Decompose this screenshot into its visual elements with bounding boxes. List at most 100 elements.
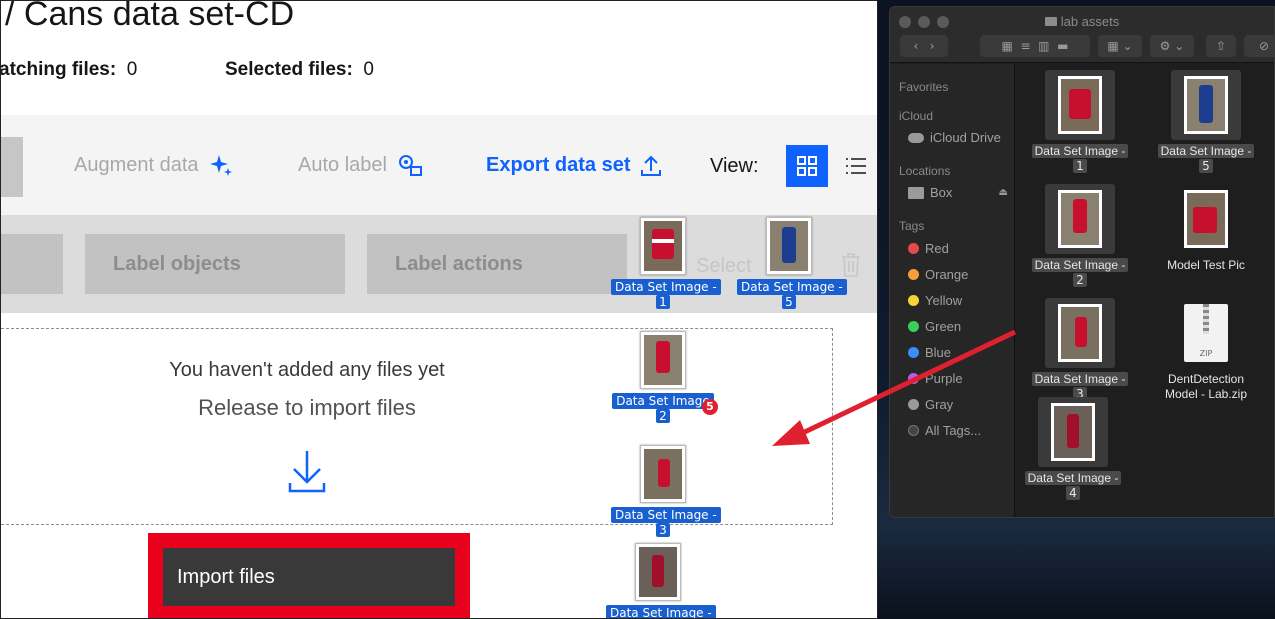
sparkle-icon [209,155,232,176]
sidebar-item-icloud-drive[interactable]: iCloud Drive [908,130,1001,145]
web-app: / Cans data set-CD atching files: 0 Sele… [0,0,878,619]
gear-tag-icon [398,155,422,176]
list-view-button[interactable] [841,151,871,181]
tag-color-dot-icon [908,269,919,280]
augment-data-button[interactable]: Augment data [74,153,233,177]
cutoff-action-button[interactable] [1,234,63,294]
image-thumbnail-icon [1045,298,1115,368]
drag-ghost-number: 1 [656,295,670,309]
finder-titlebar: lab assets ‹ › ▦ ≡ ▥ ▬ ▦ ⌄ ⚙ ⌄ ⇧ ⊘ [890,7,1274,63]
drag-ghost-label: Data Set Image - [606,605,716,618]
can-thumbnail-icon [640,331,686,389]
sidebar-item-label: iCloud Drive [930,130,1001,145]
file-name-number: 5 [1199,159,1213,173]
file-name: Data Set Image - [1031,372,1129,386]
drag-count-badge: 5 [702,399,718,415]
file-item[interactable]: Data Set Image - 4 [1018,397,1128,500]
zip-label: ZIP [1199,349,1213,358]
drag-ghost-number: 5 [782,295,796,309]
label-actions-label: Label actions [395,252,523,275]
file-name: DentDetection Model - Lab.zip [1164,372,1248,401]
selected-files-value: 0 [363,59,374,80]
file-name: Data Set Image - [1024,471,1122,485]
chevron-left-icon: ‹ [913,39,919,53]
back-forward-buttons[interactable]: ‹ › [900,35,948,57]
view-mode-buttons[interactable]: ▦ ≡ ▥ ▬ [980,35,1090,57]
sidebar-section-favorites: Favorites [899,80,949,94]
file-name: Data Set Image - [1031,258,1129,272]
zip-file-icon: ZIP [1171,298,1241,368]
list-view-icon: ≡ [1020,39,1031,53]
file-item[interactable]: ZIP DentDetection Model - Lab.zip [1151,298,1261,402]
annotation-arrow-icon [772,329,1017,446]
column-view-icon: ▥ [1038,39,1050,53]
can-thumbnail-icon [635,543,681,601]
tag-icon: ⊘ [1258,39,1270,53]
selected-files-label: Selected files: [225,59,353,80]
sidebar-item-box[interactable]: Box ⏏ [908,185,1008,200]
file-item[interactable]: Model Test Pic [1151,184,1261,273]
sidebar-tag-red[interactable]: Red [908,241,949,256]
file-item[interactable]: Data Set Image - 5 [1151,70,1261,173]
tag-color-dot-icon [908,243,919,254]
import-files-label: Import files [177,565,275,588]
sidebar-tag-orange[interactable]: Orange [908,267,968,282]
image-thumbnail-icon [1038,397,1108,467]
trash-icon [842,253,860,277]
file-name: Data Set Image - [1031,144,1129,158]
file-item[interactable]: Data Set Image - 1 [1025,70,1135,173]
empty-state-message: You haven't added any files yet [169,359,445,381]
finder-title-text: lab assets [1060,14,1120,29]
file-item[interactable]: Data Set Image - 2 [1025,184,1135,287]
image-thumbnail-icon [1045,70,1115,140]
sidebar-item-label: Yellow [925,293,963,308]
label-actions-button[interactable]: Label actions [367,234,627,294]
grid-view-button[interactable] [786,145,828,187]
matching-files-value: 0 [126,59,138,80]
upload-icon [641,155,662,176]
matching-files-count: atching files: 0 [0,59,138,81]
image-thumbnail-icon [1171,70,1241,140]
auto-label-button[interactable]: Auto label [298,153,423,177]
image-thumbnail-icon [1045,184,1115,254]
auto-label-label: Auto label [298,153,387,176]
download-icon [288,449,326,497]
can-thumbnail-icon [640,445,686,503]
share-button[interactable]: ⇧ [1206,35,1236,57]
delete-button[interactable] [841,253,861,281]
sidebar-tag-yellow[interactable]: Yellow [908,293,962,308]
drag-ghost-label: Data Set Image - [611,279,721,295]
eject-icon[interactable]: ⏏ [999,187,1008,198]
import-files-button[interactable]: Import files [163,548,455,606]
sidebar-section-tags: Tags [899,219,925,233]
page-title: / Cans data set-CD [5,0,295,33]
file-name-number: 4 [1066,486,1080,500]
finder-file-grid: Data Set Image - 1 Data Set Image - 5 Da… [1016,64,1274,517]
drag-ghost-item: Data Set Image 2 5 [611,331,718,423]
matching-files-label: atching files: [0,59,117,80]
group-icon: ▦ ⌄ [1107,39,1133,53]
label-objects-button[interactable]: Label objects [85,234,345,294]
file-name-number: 2 [1073,273,1087,287]
drag-ghost-item: Data Set Image - 3 [611,445,721,537]
group-button[interactable]: ▦ ⌄ [1098,35,1142,57]
drag-ghost-label: Data Set Image - [611,507,721,523]
tag-button[interactable]: ⊘ [1244,35,1274,57]
toolbar-cutoff-button[interactable] [1,137,23,197]
folder-icon [1044,17,1057,26]
tag-color-dot-icon [908,295,919,306]
export-data-set-button[interactable]: Export data set [486,153,662,177]
file-name: Data Set Image - [1157,144,1255,158]
can-thumbnail-icon [766,217,812,275]
grid-icon [797,156,817,176]
image-thumbnail-icon [1171,184,1241,254]
drag-ghost-item: Data Set Image - [606,543,716,618]
action-button[interactable]: ⚙ ⌄ [1150,35,1194,57]
drag-ghost-number: 2 [656,409,670,423]
drag-ghost-label: Data Set Image - [737,279,847,295]
file-item[interactable]: Data Set Image - 3 [1025,298,1135,401]
icon-view-icon: ▦ [1001,39,1013,53]
cloud-icon [908,132,924,143]
sidebar-item-label: Orange [925,267,969,282]
sidebar-item-label: Red [925,241,949,256]
